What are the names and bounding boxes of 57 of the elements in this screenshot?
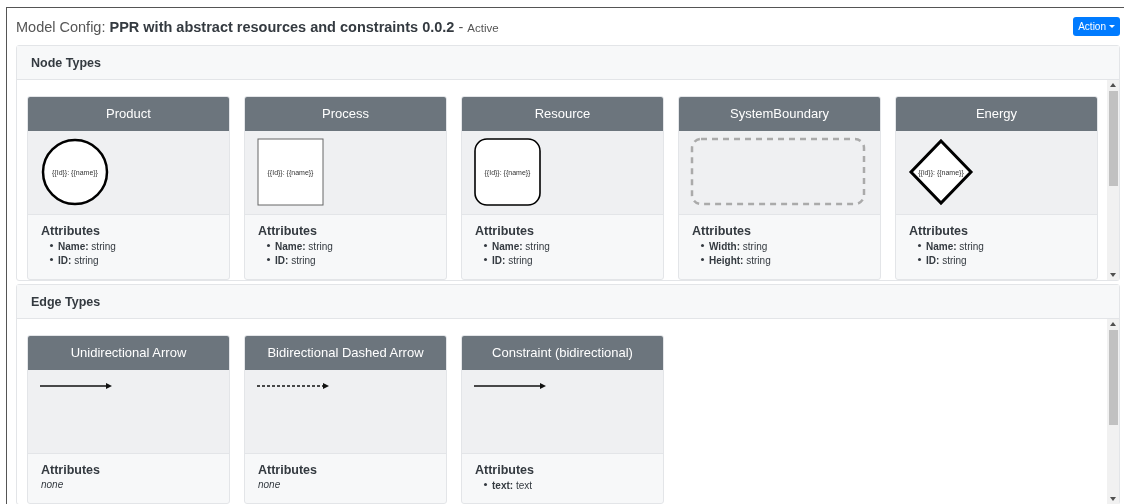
node-shape bbox=[41, 138, 109, 206]
card-title: Unidirectional Arrow bbox=[28, 336, 229, 370]
attribute-text: Name: string bbox=[926, 240, 984, 254]
scroll-thumb[interactable] bbox=[1108, 330, 1118, 425]
bullet-icon bbox=[701, 258, 704, 261]
bullet-icon bbox=[267, 244, 270, 247]
attribute-text: Name: string bbox=[58, 240, 116, 254]
bullet-icon bbox=[918, 244, 921, 247]
card-title: Product bbox=[28, 97, 229, 131]
scroll-thumb[interactable] bbox=[1108, 91, 1118, 186]
panel-heading: Node Types bbox=[31, 55, 101, 70]
attribute-text: ID: string bbox=[492, 254, 533, 268]
caret-icon bbox=[1109, 25, 1115, 28]
action-button[interactable]: Action bbox=[1073, 17, 1120, 36]
attributes-heading: Attributes bbox=[258, 224, 319, 238]
node-shape bbox=[257, 138, 324, 206]
card-title: SystemBoundary bbox=[679, 97, 880, 131]
attributes-heading: Attributes bbox=[258, 463, 319, 477]
page-title: Model Config: PPR with abstract resources and constraints 0.0.2 - Active bbox=[16, 18, 500, 35]
bullet-icon bbox=[484, 258, 487, 261]
attribute-text: text: text bbox=[492, 479, 533, 493]
panel-heading: Edge Types bbox=[31, 294, 101, 309]
empty-note: none bbox=[258, 479, 282, 490]
card-title: Constraint (bidirectional) bbox=[462, 336, 663, 370]
bullet-icon bbox=[50, 258, 53, 261]
scroll-up-icon[interactable] bbox=[1110, 83, 1116, 87]
node-shape bbox=[474, 138, 541, 206]
bullet-icon bbox=[701, 244, 704, 247]
attribute-text: ID: string bbox=[275, 254, 316, 268]
scroll-up-icon[interactable] bbox=[1110, 322, 1116, 326]
bullet-icon bbox=[484, 244, 487, 247]
scroll-down-icon[interactable] bbox=[1110, 273, 1116, 277]
attribute-text: Name: string bbox=[492, 240, 550, 254]
bullet-icon bbox=[50, 244, 53, 247]
card-title: Resource bbox=[462, 97, 663, 131]
attributes-heading: Attributes bbox=[692, 224, 753, 238]
attributes-heading: Attributes bbox=[475, 224, 536, 238]
card-title: Process bbox=[245, 97, 446, 131]
attributes-heading: Attributes bbox=[909, 224, 970, 238]
attribute-text: ID: string bbox=[58, 254, 99, 268]
attributes-heading: Attributes bbox=[41, 224, 102, 238]
empty-note: none bbox=[41, 479, 65, 490]
scrollbar[interactable] bbox=[1107, 319, 1119, 504]
attributes-heading: Attributes bbox=[41, 463, 102, 477]
attribute-text: Width: string bbox=[709, 240, 768, 254]
scroll-down-icon[interactable] bbox=[1110, 497, 1116, 501]
bullet-icon bbox=[267, 258, 270, 261]
attribute-text: ID: string bbox=[926, 254, 967, 268]
bullet-icon bbox=[484, 483, 487, 486]
attributes-heading: Attributes bbox=[475, 463, 536, 477]
attribute-text: Height: string bbox=[709, 254, 771, 268]
attribute-text: Name: string bbox=[275, 240, 333, 254]
card-title: Bidirectional Dashed Arrow bbox=[245, 336, 446, 370]
bullet-icon bbox=[918, 258, 921, 261]
scrollbar[interactable] bbox=[1107, 80, 1119, 280]
card-title: Energy bbox=[896, 97, 1097, 131]
node-shape bbox=[908, 138, 974, 206]
